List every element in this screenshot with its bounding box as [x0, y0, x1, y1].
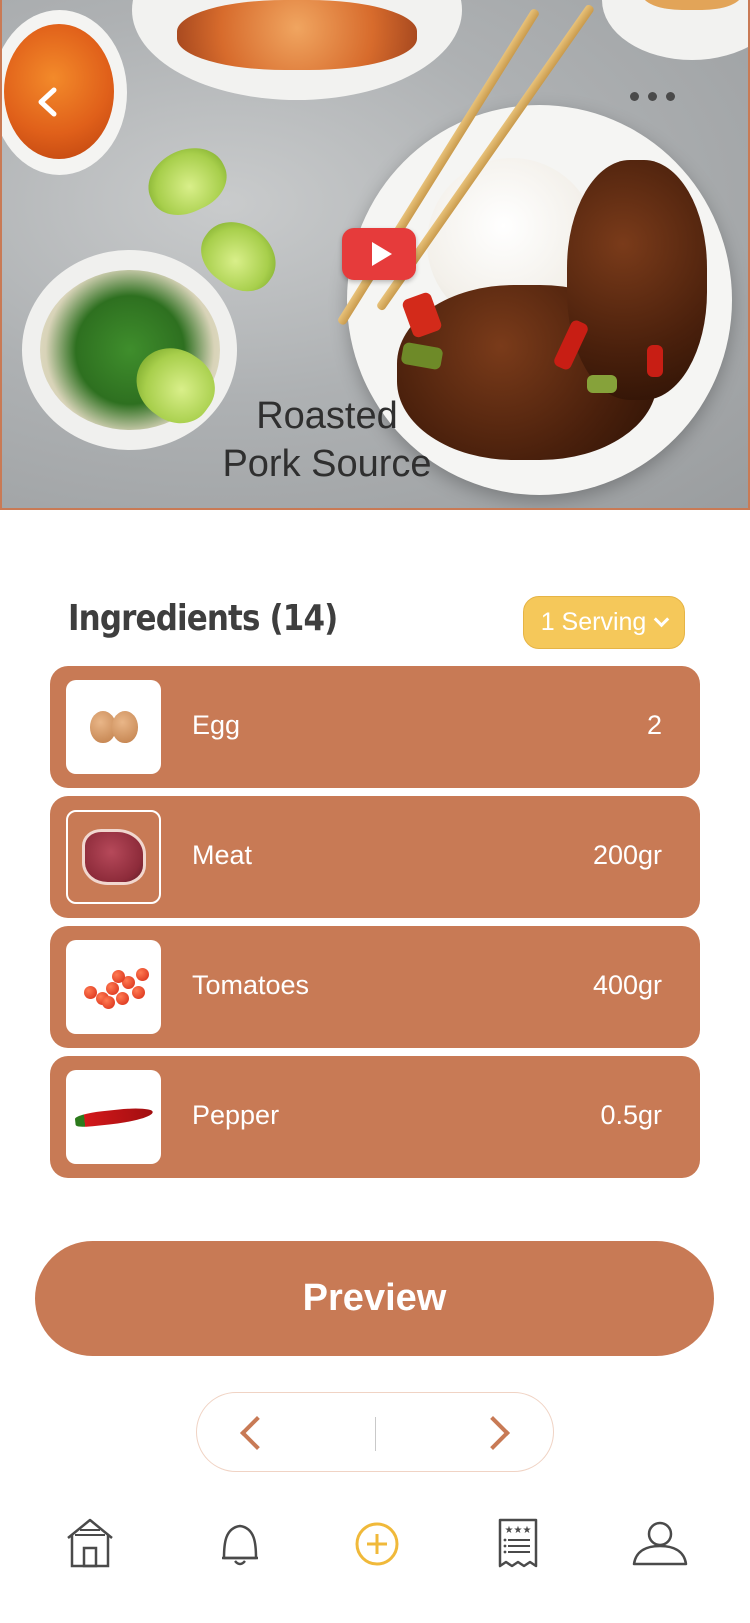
plus-circle-icon: [355, 1522, 399, 1566]
tomatoes-image: [66, 940, 161, 1034]
recipe-hero-image: Roasted Pork Source: [0, 0, 750, 510]
svg-text:★★★: ★★★: [505, 1525, 532, 1536]
lime-wedge: [137, 135, 237, 227]
back-button[interactable]: [28, 82, 68, 122]
user-icon: [632, 1521, 688, 1566]
ingredient-row-pepper[interactable]: Pepper 0.5gr: [50, 1056, 700, 1178]
ingredient-row-egg[interactable]: Egg 2: [50, 666, 700, 788]
red-pepper: [647, 345, 663, 377]
egg-image: [66, 680, 161, 774]
ingredient-quantity: 400gr: [592, 970, 662, 1000]
serving-label: 1 Serving: [540, 608, 647, 636]
more-horizontal-icon: [630, 91, 639, 101]
pager-divider: [375, 1417, 376, 1451]
recipe-title: Roasted Pork Source: [222, 395, 432, 485]
ingredient-quantity: 2: [646, 710, 662, 740]
ingredient-quantity: 0.5gr: [600, 1100, 662, 1130]
recipe-list-icon: ★★★: [498, 1518, 538, 1568]
ingredient-name: Meat: [192, 840, 253, 870]
previous-page-button[interactable]: [229, 1411, 273, 1455]
pager: [196, 1392, 554, 1472]
ingredient-name: Pepper: [192, 1100, 280, 1130]
nav-profile[interactable]: [630, 1514, 690, 1574]
meat-image: [66, 810, 161, 904]
ingredient-quantity: 200gr: [592, 840, 662, 870]
ingredients-list: Egg 2 Meat 200gr Tomatoes 400gr Pepper 0…: [50, 666, 700, 1186]
ingredients-heading: Ingredients (14): [68, 598, 338, 639]
play-video-button[interactable]: [342, 228, 416, 280]
chevron-left-icon: [38, 87, 57, 117]
serving-dropdown[interactable]: 1 Serving: [523, 596, 685, 649]
next-page-button[interactable]: [477, 1411, 521, 1455]
nav-add[interactable]: [347, 1514, 407, 1574]
ingredient-row-meat[interactable]: Meat 200gr: [50, 796, 700, 918]
nav-recipes[interactable]: ★★★: [488, 1514, 548, 1574]
ingredient-name: Egg: [192, 710, 241, 740]
spring-roll-plate: [602, 0, 748, 60]
side-dish-plate: [132, 0, 462, 100]
nav-notifications[interactable]: [210, 1514, 270, 1574]
preview-button[interactable]: Preview: [35, 1241, 714, 1356]
nav-home[interactable]: [60, 1514, 120, 1574]
home-icon: [67, 1518, 113, 1568]
green-pepper: [587, 375, 617, 393]
more-options-button[interactable]: [630, 84, 690, 108]
ingredient-name: Tomatoes: [192, 970, 310, 1000]
pepper-image: [66, 1070, 161, 1164]
ingredient-row-tomatoes[interactable]: Tomatoes 400gr: [50, 926, 700, 1048]
bell-icon: [222, 1524, 258, 1566]
bottom-navigation: ★★★: [0, 1500, 750, 1623]
pork-pieces: [567, 160, 707, 400]
chevron-down-icon: [654, 611, 670, 628]
